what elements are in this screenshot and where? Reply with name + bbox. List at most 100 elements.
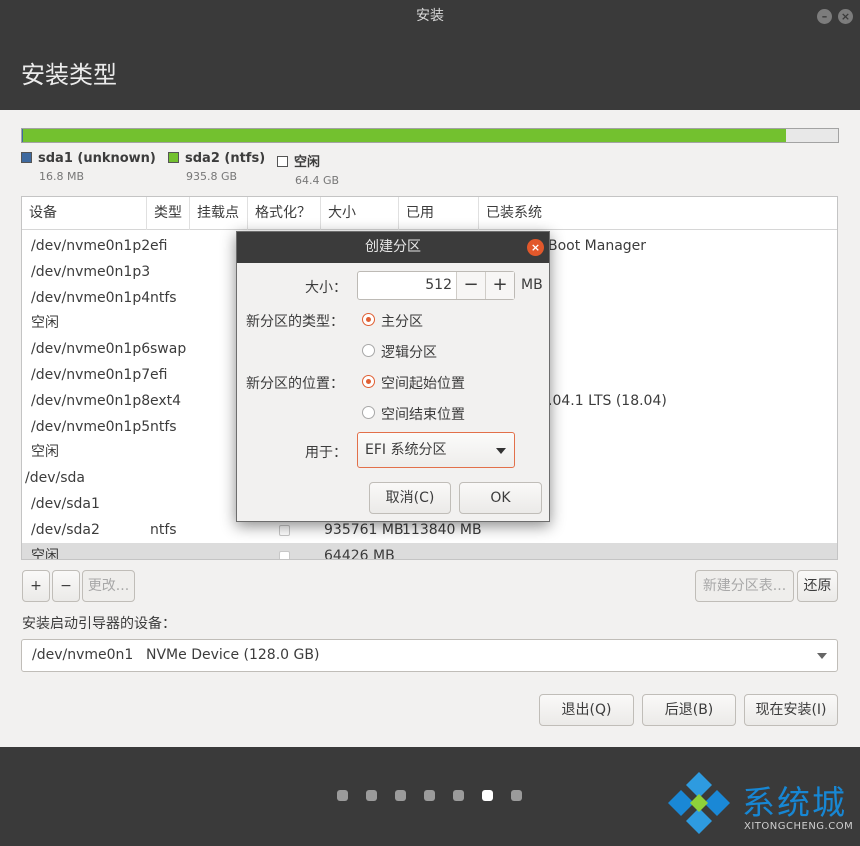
increment-button[interactable]: + [485, 272, 514, 299]
legend-swatch [168, 152, 179, 163]
back-button[interactable]: 后退(B) [642, 694, 736, 726]
legend-name: sda2 (ntfs) [185, 151, 266, 166]
location-end-radio[interactable] [362, 406, 375, 419]
column-type[interactable]: 类型 [147, 197, 190, 230]
cell-type: efi [150, 367, 168, 383]
page-title: 安装类型 [21, 61, 117, 89]
installer-window: 安装 – × 安装类型 sda1 (unknown) 16.8 MB sda2 … [0, 0, 860, 846]
table-header: 设备 类型 挂载点 格式化？ 大小 已用 已装系统 [22, 197, 837, 230]
location-start-radio[interactable] [362, 375, 375, 388]
cell-type: ntfs [150, 289, 177, 306]
logical-partition-radio[interactable] [362, 344, 375, 357]
bootloader-description: NVMe Device (128.0 GB) [146, 647, 320, 663]
cell-device: /dev/nvme0n1p3 [31, 263, 151, 280]
progress-dot [424, 790, 435, 801]
new-partition-table-button[interactable]: 新建分区表... [695, 570, 794, 602]
dialog-close-icon[interactable]: × [527, 239, 544, 256]
cell-type: ntfs [150, 418, 177, 435]
legend-item-sda2: sda2 (ntfs) 935.8 GB [168, 151, 265, 183]
cell-system: Boot Manager [548, 238, 647, 254]
legend-item-sda1: sda1 (unknown) 16.8 MB [21, 151, 156, 183]
primary-partition-radio[interactable] [362, 313, 375, 326]
format-checkbox[interactable] [279, 550, 290, 559]
disk-usage-bar [21, 128, 839, 143]
column-size[interactable]: 大小 [321, 197, 399, 230]
use-as-label: 用于： [305, 445, 347, 461]
ok-button[interactable]: OK [459, 482, 542, 514]
use-as-select[interactable]: EFI 系统分区 [357, 432, 515, 468]
location-start-label[interactable]: 空间起始位置 [381, 373, 465, 393]
logical-partition-label[interactable]: 逻辑分区 [381, 342, 437, 362]
dialog-title: 创建分区 [365, 239, 421, 255]
cell-device: /dev/sda1 [31, 496, 100, 512]
progress-dot [511, 790, 522, 801]
format-checkbox[interactable] [279, 524, 290, 536]
remove-partition-button[interactable]: − [52, 570, 80, 602]
cell-type: ntfs [150, 521, 177, 538]
create-partition-dialog: 创建分区 × 大小： 512 − + MB 新分区的类型： 主分区 逻辑分区 新… [236, 231, 550, 522]
bootloader-label: 安装启动引导器的设备： [22, 616, 176, 632]
legend-name: 空闲 [294, 155, 321, 170]
title-bar: 安装 – × [0, 0, 860, 33]
cell-device: 空闲 [31, 315, 59, 332]
column-mount[interactable]: 挂载点 [190, 197, 248, 230]
progress-dot [453, 790, 464, 801]
progress-dot-current [482, 790, 493, 801]
cell-device: /dev/nvme0n1p6 [31, 341, 151, 358]
revert-button[interactable]: 还原 [797, 570, 838, 602]
cell-device: 空闲 [31, 444, 59, 461]
column-system[interactable]: 已装系统 [479, 197, 837, 230]
cell-device: /dev/sda2 [31, 521, 100, 538]
size-stepper[interactable]: 512 − + [357, 271, 515, 300]
legend-size: 935.8 GB [186, 170, 238, 183]
size-unit: MB [521, 277, 543, 293]
primary-partition-label[interactable]: 主分区 [381, 311, 423, 331]
cell-device: /dev/nvme0n1p8 [31, 392, 151, 409]
page-header: 安装类型 [0, 33, 860, 110]
cell-device: 空闲 [31, 547, 59, 560]
location-label: 新分区的位置： [246, 376, 344, 392]
dialog-title-bar: 创建分区 × [237, 232, 549, 263]
chevron-down-icon [817, 653, 827, 659]
column-format[interactable]: 格式化？ [248, 197, 321, 230]
size-label: 大小： [305, 280, 347, 296]
close-icon[interactable]: × [838, 9, 853, 24]
chevron-down-icon [496, 448, 506, 454]
footer [0, 747, 860, 846]
install-now-button[interactable]: 现在安装(I) [744, 694, 838, 726]
bootloader-device-select[interactable]: /dev/nvme0n1 NVMe Device (128.0 GB) [21, 639, 838, 672]
change-partition-button[interactable]: 更改... [82, 570, 135, 602]
use-as-value: EFI 系统分区 [365, 442, 447, 458]
cell-type: ext4 [150, 392, 182, 409]
watermark-text: 系统城 [742, 783, 847, 822]
disk-segment [22, 129, 786, 142]
location-end-label[interactable]: 空间结束位置 [381, 404, 465, 424]
cancel-button[interactable]: 取消(C) [369, 482, 451, 514]
legend-size: 16.8 MB [39, 170, 85, 183]
cell-device: /dev/nvme0n1p4 [31, 289, 151, 306]
column-device[interactable]: 设备 [22, 197, 147, 230]
watermark-logo [668, 772, 730, 834]
legend-swatch [21, 152, 32, 163]
disk-segment [785, 129, 838, 142]
legend-size: 64.4 GB [295, 174, 340, 187]
add-partition-button[interactable]: + [22, 570, 50, 602]
decrement-button[interactable]: − [456, 272, 485, 299]
progress-dot [337, 790, 348, 801]
cell-type: swap [150, 341, 187, 358]
column-used[interactable]: 已用 [399, 197, 479, 230]
cell-size: 64426 MB [324, 547, 395, 560]
cell-device: /dev/nvme0n1p5 [31, 418, 151, 435]
progress-dot [395, 790, 406, 801]
cell-device: /dev/nvme0n1p2 [31, 238, 151, 254]
progress-dot [366, 790, 377, 801]
cell-type: efi [150, 238, 168, 254]
table-row[interactable]: 空闲 64426 MB [22, 542, 837, 560]
legend-item-free: 空闲 64.4 GB [277, 151, 339, 187]
cell-device: /dev/sda [25, 470, 85, 487]
bootloader-device: /dev/nvme0n1 [32, 647, 134, 663]
watermark-subtext: XITONGCHENG.COM [744, 821, 854, 832]
quit-button[interactable]: 退出(Q) [539, 694, 634, 726]
size-value[interactable]: 512 [425, 272, 452, 299]
minimize-icon[interactable]: – [817, 9, 832, 24]
